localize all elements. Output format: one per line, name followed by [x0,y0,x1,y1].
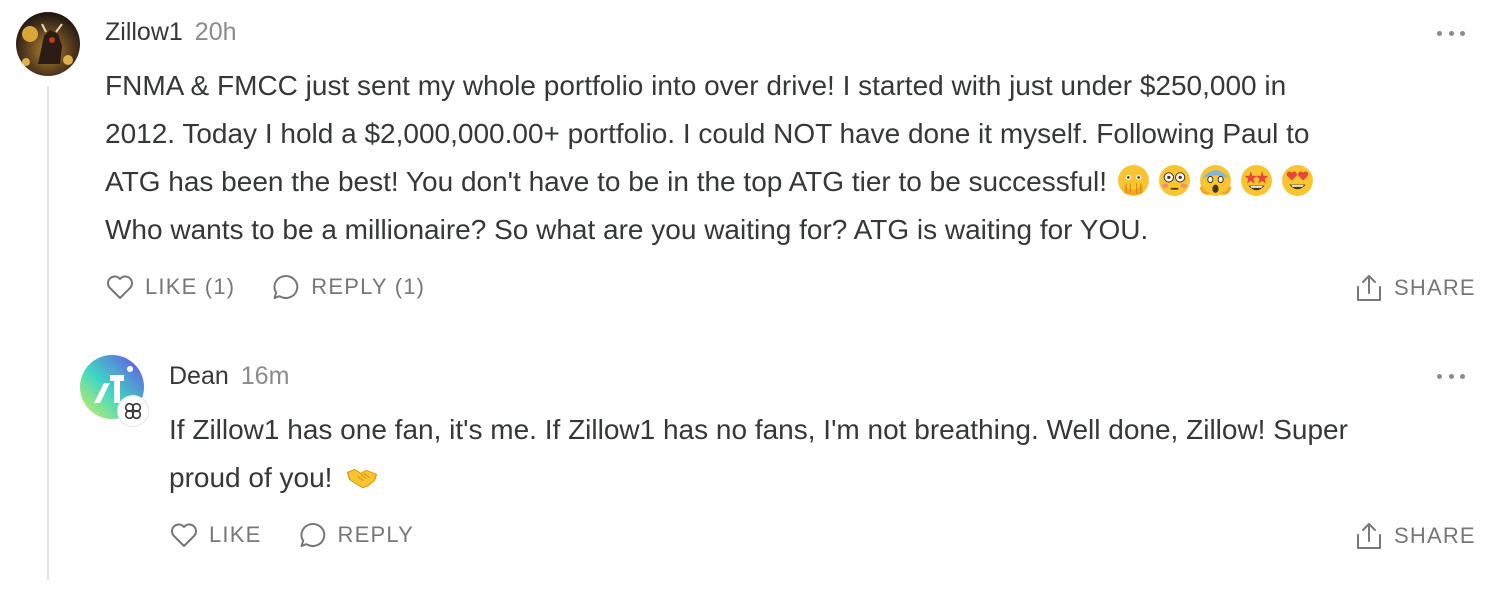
more-options-icon[interactable] [1437,368,1465,384]
comment-author[interactable]: Zillow1 [105,18,183,47]
share-upload-icon [1357,523,1381,549]
comment-timestamp[interactable]: 20h [195,18,237,47]
comment-header: Zillow1 20h [105,18,237,47]
share-upload-icon [1357,275,1381,301]
speech-bubble-icon [300,522,325,547]
reply-timestamp[interactable]: 16m [241,362,290,391]
share-label: SHARE [1394,275,1476,300]
handshake-emoji [347,468,378,489]
reply-button[interactable]: REPLY [298,521,415,549]
reply-label: REPLY [337,522,415,547]
flushed-face-emoji [1159,165,1191,197]
avatar[interactable] [16,12,80,76]
reply-line: If Zillow1 has one fan, it's me. If Zill… [169,414,1348,445]
comment-line: Who wants to be a millionaire? So what a… [105,214,1149,245]
like-label: LIKE (1) [145,274,236,299]
heart-icon [171,523,197,547]
reply-body: If Zillow1 has one fan, it's me. If Zill… [169,406,1348,502]
emoji-group [342,460,382,493]
reply-line-with-emoji: proud of you! [169,454,1348,502]
star-struck-emoji [1241,165,1273,197]
smiling-face-with-heart-eyes-emoji [1282,165,1314,197]
comment-body: FNMA & FMCC just sent my whole portfolio… [105,62,1314,254]
reply-author[interactable]: Dean [169,362,229,391]
like-label: LIKE [209,522,262,547]
face-with-open-eyes-and-hand-over-mouth-emoji [1118,165,1150,197]
share-button[interactable]: SHARE [1354,521,1476,551]
comment-line-with-emojis: ATG has been the best! You don't have to… [105,158,1314,206]
share-label: SHARE [1394,523,1476,548]
share-button[interactable]: SHARE [1354,273,1476,303]
comment-line: 2012. Today I hold a $2,000,000.00+ port… [105,118,1310,149]
comment-line: FNMA & FMCC just sent my whole portfolio… [105,70,1287,101]
reply-label: REPLY (1) [311,274,426,299]
more-options-icon[interactable] [1437,25,1465,41]
reply-header: Dean 16m [169,362,289,391]
like-button[interactable]: LIKE (1) [105,273,235,301]
comment-line: ATG has been the best! You don't have to… [105,166,1108,197]
reply-line: proud of you! [169,462,333,493]
like-button[interactable]: LIKE [169,521,262,549]
heart-icon [107,275,133,299]
face-screaming-in-fear-emoji [1199,165,1232,197]
reply-button[interactable]: REPLY (1) [271,273,425,301]
avatar-badge [118,396,148,426]
speech-bubble-icon [273,274,299,299]
clover-icon [124,402,142,420]
comment-actions: LIKE (1) REPLY (1) [105,273,425,301]
emoji-group [1117,164,1314,197]
thread-line [47,86,49,580]
reply-actions: LIKE REPLY [169,521,414,549]
